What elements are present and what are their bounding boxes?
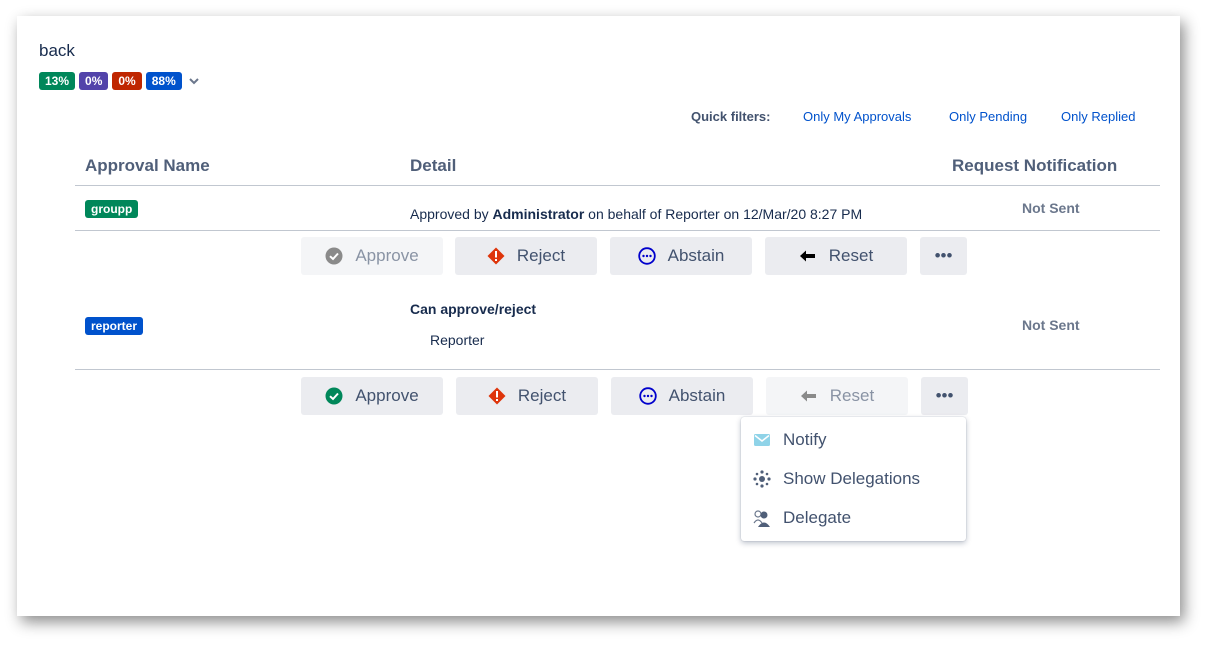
approve-button[interactable]: Approve: [301, 377, 443, 415]
detail-suffix: on behalf of Reporter on 12/Mar/20 8:27 …: [584, 206, 863, 222]
reset-label: Reset: [829, 386, 875, 405]
delegations-icon: [753, 470, 771, 488]
column-header-detail: Detail: [410, 156, 457, 175]
more-actions-button[interactable]: •••: [921, 377, 968, 415]
rejected-percent-badge: 0%: [112, 72, 142, 90]
approval-detail: Approved by Administrator on behalf of R…: [410, 206, 862, 222]
approved-percent-badge: 13%: [39, 72, 76, 90]
filter-only-my-approvals[interactable]: Only My Approvals: [803, 109, 911, 124]
reset-button[interactable]: Reset: [765, 237, 907, 275]
notification-status: Not Sent: [1022, 317, 1080, 333]
back-link[interactable]: back: [39, 41, 75, 61]
abstain-label: Abstain: [667, 246, 725, 265]
approve-button[interactable]: Approve: [301, 237, 443, 275]
reset-button[interactable]: Reset: [766, 377, 908, 415]
approval-name-lozenge: groupp: [85, 200, 139, 218]
menu-item-delegate[interactable]: Delegate: [753, 505, 851, 531]
approver-name: Administrator: [492, 206, 585, 222]
pending-percent-badge: 88%: [145, 72, 182, 90]
reject-button[interactable]: Reject: [455, 237, 597, 275]
filter-only-pending[interactable]: Only Pending: [949, 109, 1027, 124]
abstain-label: Abstain: [668, 386, 726, 405]
more-actions-menu: Notify Show Delegations Delegate: [741, 417, 966, 541]
check-circle-icon: [325, 387, 343, 405]
menu-item-label: Notify: [783, 430, 827, 449]
quick-filters-label: Quick filters:: [691, 109, 771, 124]
approve-label: Approve: [355, 386, 419, 405]
header-divider: [75, 185, 1160, 186]
approver-user: Reporter: [430, 332, 485, 348]
envelope-icon: [754, 434, 770, 446]
abstain-circle-icon: [637, 247, 656, 265]
check-circle-icon: [325, 247, 343, 265]
warning-diamond-icon: [487, 247, 505, 265]
warning-diamond-icon: [488, 387, 506, 405]
abstain-button[interactable]: Abstain: [610, 237, 752, 275]
column-header-approval-name: Approval Name: [85, 156, 210, 175]
reject-button[interactable]: Reject: [456, 377, 598, 415]
column-header-request-notification: Request Notification: [952, 156, 1118, 175]
approve-label: Approve: [355, 246, 419, 265]
abstain-percent-badge: 0%: [79, 72, 109, 90]
abstain-circle-icon: [638, 387, 657, 405]
menu-item-show-delegations[interactable]: Show Delegations: [753, 466, 920, 492]
approver-permission-title: Can approve/reject: [410, 301, 537, 317]
abstain-button[interactable]: Abstain: [611, 377, 753, 415]
row-divider: [75, 369, 1160, 370]
progress-badges: 13% 0% 0% 88%: [39, 72, 200, 90]
reset-label: Reset: [828, 246, 874, 265]
menu-item-label: Show Delegations: [783, 469, 921, 488]
chevron-down-icon[interactable]: [188, 75, 200, 87]
menu-item-notify[interactable]: Notify: [753, 427, 826, 453]
filter-only-replied[interactable]: Only Replied: [1061, 109, 1135, 124]
approval-name-lozenge: reporter: [85, 317, 144, 335]
arrow-left-icon: [800, 390, 816, 402]
menu-item-label: Delegate: [783, 508, 852, 527]
detail-prefix: Approved by: [410, 206, 493, 222]
notification-status: Not Sent: [1022, 200, 1080, 216]
row-divider: [75, 230, 1160, 231]
reject-label: Reject: [517, 386, 567, 405]
delegate-user-icon: [753, 510, 770, 527]
reject-label: Reject: [516, 246, 566, 265]
more-actions-button[interactable]: •••: [920, 237, 967, 275]
arrow-left-icon: [799, 250, 815, 262]
approvals-panel: back 13% 0% 0% 88% Quick filters: Only M…: [17, 16, 1180, 616]
